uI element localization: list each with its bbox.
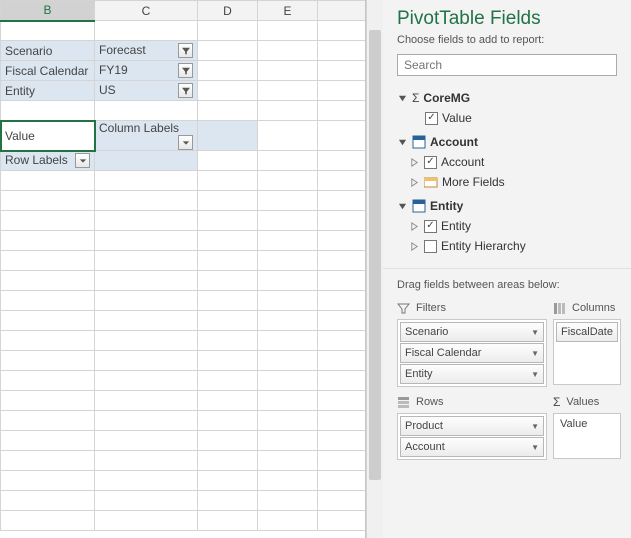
cells-table[interactable]: B C D E Scenario Forecast Fiscal Calenda…	[0, 0, 366, 531]
expand-icon[interactable]	[409, 221, 420, 232]
group-label: CoreMG	[423, 91, 470, 105]
filters-drop[interactable]: Scenario▼ Fiscal Calendar▼ Entity▼	[397, 319, 547, 387]
col-header-c[interactable]: C	[95, 1, 198, 21]
chip-scenario[interactable]: Scenario▼	[400, 322, 544, 342]
filter-value-scenario[interactable]: Forecast	[95, 41, 198, 61]
chip-fiscal-calendar[interactable]: Fiscal Calendar▼	[400, 343, 544, 363]
values-drop[interactable]: Value	[553, 413, 621, 459]
cell-value-header[interactable]: Value	[1, 121, 95, 151]
field-label: Entity Hierarchy	[441, 239, 526, 253]
columns-icon	[553, 302, 566, 315]
scrollbar-thumb[interactable]	[369, 30, 381, 480]
col-header-d[interactable]: D	[198, 1, 258, 21]
group-label: Entity	[430, 199, 463, 213]
group-account[interactable]: Account	[397, 132, 617, 152]
column-labels-dropdown[interactable]	[178, 135, 193, 150]
chip-fiscaldate[interactable]: FiscalDate	[556, 322, 618, 342]
chevron-down-icon[interactable]: ▼	[531, 443, 539, 452]
group-label: Account	[430, 135, 478, 149]
drag-hint: Drag fields between areas below:	[383, 268, 631, 297]
area-columns: Columns FiscalDate	[553, 297, 621, 387]
rows-icon	[397, 396, 410, 409]
search-input[interactable]	[397, 54, 617, 76]
filter-label-entity[interactable]: Entity	[1, 81, 95, 101]
field-label: Value	[442, 111, 472, 125]
filter-icon	[397, 302, 410, 315]
chevron-down-icon[interactable]: ▼	[531, 370, 539, 379]
filter-value-fiscal[interactable]: FY19	[95, 61, 198, 81]
filter-dropdown-scenario[interactable]	[178, 43, 193, 58]
checkbox-value[interactable]	[425, 112, 438, 125]
col-header-b[interactable]: B	[1, 1, 95, 21]
collapse-icon[interactable]	[397, 201, 408, 212]
collapse-icon[interactable]	[397, 137, 408, 148]
field-value[interactable]: Value	[397, 108, 617, 128]
filter-dropdown-entity[interactable]	[178, 83, 193, 98]
rows-drop[interactable]: Product▼ Account▼	[397, 413, 547, 460]
row-labels-dropdown[interactable]	[75, 153, 90, 168]
checkbox-account[interactable]	[424, 156, 437, 169]
table-icon	[412, 199, 426, 213]
field-label: Account	[441, 155, 484, 169]
columns-drop[interactable]: FiscalDate	[553, 319, 621, 385]
chevron-down-icon[interactable]: ▼	[531, 422, 539, 431]
more-fields-account[interactable]: More Fields	[397, 172, 617, 192]
area-title: Rows	[416, 396, 444, 408]
more-fields-label: More Fields	[442, 175, 505, 189]
expand-icon[interactable]	[409, 157, 420, 168]
filter-dropdown-fiscal[interactable]	[178, 63, 193, 78]
spreadsheet-grid: B C D E Scenario Forecast Fiscal Calenda…	[0, 0, 366, 538]
cell-row-labels[interactable]: Row Labels	[1, 151, 95, 171]
cell[interactable]	[198, 21, 258, 41]
chip-entity[interactable]: Entity▼	[400, 364, 544, 384]
chevron-down-icon[interactable]: ▼	[531, 349, 539, 358]
checkbox-entity[interactable]	[424, 220, 437, 233]
expand-icon[interactable]	[409, 241, 420, 252]
col-header-f[interactable]	[318, 1, 367, 21]
pivottable-fields-pane: PivotTable Fields Choose fields to add t…	[383, 0, 631, 538]
field-entity[interactable]: Entity	[397, 216, 617, 236]
pane-subtitle: Choose fields to add to report:	[383, 34, 631, 54]
collapse-icon[interactable]	[397, 93, 408, 104]
expand-icon[interactable]	[409, 177, 420, 188]
filter-value-entity[interactable]: US	[95, 81, 198, 101]
cell-column-labels[interactable]: Column Labels	[95, 121, 198, 151]
vertical-scrollbar[interactable]	[366, 0, 383, 538]
sigma-icon: Σ	[553, 395, 560, 409]
search-box	[397, 54, 617, 76]
chip-account[interactable]: Account▼	[400, 437, 544, 457]
field-list: Σ CoreMG Value Account Account	[383, 84, 631, 264]
cell[interactable]	[95, 151, 198, 171]
field-account[interactable]: Account	[397, 152, 617, 172]
table-icon	[412, 135, 426, 149]
sigma-icon: Σ	[412, 91, 419, 105]
cell[interactable]	[258, 21, 318, 41]
field-label: Entity	[441, 219, 471, 233]
col-header-e[interactable]: E	[258, 1, 318, 21]
more-fields-icon	[424, 176, 438, 188]
chevron-down-icon[interactable]: ▼	[531, 328, 539, 337]
area-rows: Rows Product▼ Account▼	[397, 391, 547, 460]
area-title: Values	[566, 396, 599, 408]
area-title: Columns	[572, 302, 615, 314]
cell[interactable]	[1, 21, 95, 41]
cell[interactable]	[95, 21, 198, 41]
group-coremg[interactable]: Σ CoreMG	[397, 88, 617, 108]
area-filters: Filters Scenario▼ Fiscal Calendar▼ Entit…	[397, 297, 547, 387]
area-title: Filters	[416, 302, 446, 314]
checkbox-entity-hierarchy[interactable]	[424, 240, 437, 253]
value-item[interactable]: Value	[555, 415, 619, 433]
chip-product[interactable]: Product▼	[400, 416, 544, 436]
field-entity-hierarchy[interactable]: Entity Hierarchy	[397, 236, 617, 256]
filter-label-scenario[interactable]: Scenario	[1, 41, 95, 61]
drop-areas: Filters Scenario▼ Fiscal Calendar▼ Entit…	[383, 297, 631, 468]
filter-label-fiscal[interactable]: Fiscal Calendar	[1, 61, 95, 81]
area-values: Σ Values Value	[553, 391, 621, 460]
pane-title: PivotTable Fields	[383, 0, 631, 34]
group-entity[interactable]: Entity	[397, 196, 617, 216]
